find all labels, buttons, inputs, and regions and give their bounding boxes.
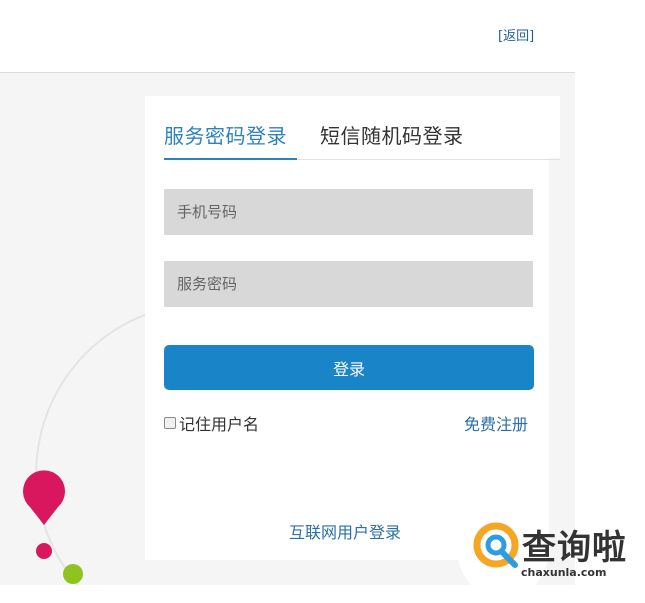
remember-username-label: 记住用户名 [179, 415, 260, 434]
register-link[interactable]: 免费注册 [464, 411, 528, 435]
pink-dot [36, 543, 52, 559]
tab-strip [488, 96, 560, 158]
tab-divider [297, 159, 560, 160]
service-password-input[interactable] [164, 261, 533, 307]
internet-user-login-link[interactable]: 互联网用户登录 [289, 519, 401, 543]
background-arc [35, 312, 151, 585]
active-tab-indicator [164, 158, 297, 160]
top-bar: [返回] [0, 0, 575, 73]
phone-number-input[interactable] [164, 189, 533, 235]
pink-location-pin [23, 470, 66, 525]
login-card [145, 96, 549, 560]
back-link[interactable]: [返回] [498, 25, 534, 44]
tab-sms-code[interactable]: 短信随机码登录 [320, 120, 464, 149]
watermark-domain: chaxunla.com [521, 566, 607, 579]
watermark-brand: 查询啦 [522, 528, 627, 568]
login-button[interactable]: 登录 [164, 345, 534, 390]
green-dot [63, 564, 83, 584]
remember-username: 记住用户名 [164, 411, 259, 435]
tab-service-password[interactable]: 服务密码登录 [164, 120, 287, 149]
remember-username-checkbox[interactable] [164, 417, 176, 429]
watermark-search-icon [473, 522, 519, 568]
